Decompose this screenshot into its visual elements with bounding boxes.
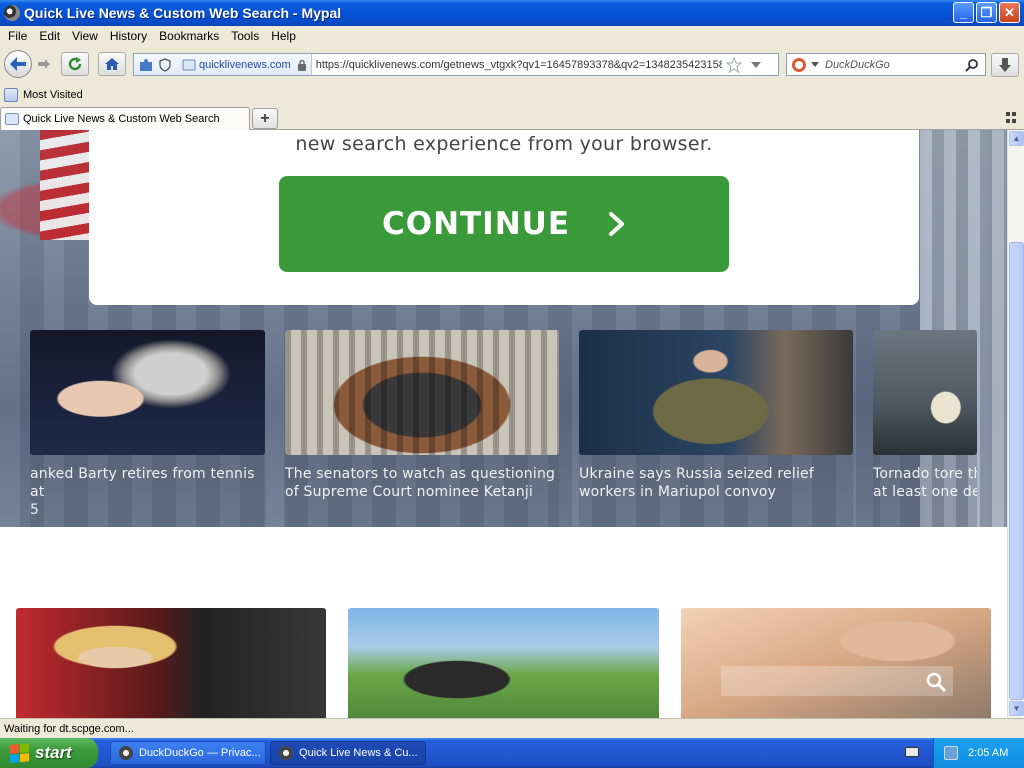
mypal-browser-icon <box>279 746 293 760</box>
start-button[interactable]: start <box>0 738 98 768</box>
bookmarks-toolbar: Most Visited <box>0 84 1024 106</box>
start-label: start <box>35 743 72 762</box>
back-button[interactable] <box>4 50 32 78</box>
news-caption: The senators to watch as questioning of S… <box>285 466 556 500</box>
site-identity-block[interactable]: quicklivenews.com <box>134 54 312 75</box>
news-caption: Tornado tore th at least one de <box>873 466 977 500</box>
bookmark-most-visited[interactable]: Most Visited <box>4 88 83 102</box>
news-card[interactable]: Ukraine says Russia seized relief workers… <box>579 327 853 527</box>
minimize-button[interactable]: _ <box>953 2 974 23</box>
keyboard-layout-icon[interactable] <box>905 747 919 757</box>
article-image-photographers-at-stadium[interactable] <box>348 608 659 718</box>
url-bar[interactable]: quicklivenews.com https://quicklivenews.… <box>133 53 779 76</box>
tab-label: Quick Live News & Custom Web Search <box>23 113 220 125</box>
news-image-senate-hearing <box>285 330 559 455</box>
taskbar-item-label: DuckDuckGo — Privac... <box>139 747 261 759</box>
mypal-browser-icon <box>4 5 20 21</box>
news-card[interactable]: anked Barty retires from tennis at 5 <box>30 327 266 527</box>
promo-panel: new search experience from your browser.… <box>89 130 919 305</box>
news-image-tennis-player-trophy <box>30 330 265 455</box>
identity-domain: quicklivenews.com <box>199 58 291 71</box>
window-title-bar[interactable]: Quick Live News & Custom Web Search - My… <box>0 0 1024 26</box>
star-icon[interactable] <box>725 56 742 73</box>
status-text: Waiting for dt.scpge.com... <box>4 722 134 735</box>
menu-bar: File Edit View History Bookmarks Tools H… <box>0 26 1024 46</box>
news-image-soldier <box>579 330 853 455</box>
search-input[interactable]: DuckDuckGo <box>825 59 965 71</box>
reload-button[interactable] <box>61 52 89 76</box>
article-image-news-reporter[interactable] <box>16 608 326 718</box>
scroll-down-arrow-icon[interactable]: ▼ <box>1009 701 1024 716</box>
continue-button[interactable]: CONTINUE <box>279 176 729 272</box>
article-image-laptop-search[interactable] <box>681 608 991 718</box>
news-caption: anked Barty retires from tennis at 5 <box>30 466 255 518</box>
downloads-button[interactable] <box>991 53 1019 77</box>
news-caption: Ukraine says Russia seized relief workers… <box>579 466 814 500</box>
home-icon <box>105 58 119 70</box>
duckduckgo-engine-icon[interactable] <box>791 57 807 73</box>
promo-text: new search experience from your browser. <box>295 133 713 155</box>
back-arrow-icon <box>10 57 26 71</box>
search-icon[interactable] <box>965 58 979 72</box>
home-button[interactable] <box>98 52 126 76</box>
menu-history[interactable]: History <box>104 29 153 43</box>
window-title: Quick Live News & Custom Web Search - My… <box>24 5 342 21</box>
reload-icon <box>68 57 82 71</box>
forward-arrow-icon <box>38 59 50 69</box>
shield-icon <box>159 57 171 72</box>
vertical-scrollbar[interactable]: ▲ ▼ <box>1007 130 1024 718</box>
taskbar-item-quick-live-news[interactable]: Quick Live News & Cu... <box>270 741 426 765</box>
search-icon <box>926 672 947 693</box>
news-image-cruise-ship <box>873 330 977 455</box>
news-card[interactable]: The senators to watch as questioning of S… <box>285 327 559 527</box>
menu-bookmarks[interactable]: Bookmarks <box>153 29 225 43</box>
system-tray: 2:05 AM <box>933 738 1024 768</box>
tab-quick-live-news[interactable]: Quick Live News & Custom Web Search <box>0 107 250 130</box>
forward-button[interactable] <box>33 55 55 73</box>
scroll-thumb[interactable] <box>1009 242 1024 700</box>
menu-file[interactable]: File <box>2 29 33 43</box>
news-carousel: anked Barty retires from tennis at 5 The … <box>0 327 1007 527</box>
history-dropdown-icon[interactable] <box>750 60 762 70</box>
puzzle-icon <box>140 58 152 71</box>
new-tab-button[interactable]: + <box>252 108 278 129</box>
taskbar-item-duckduckgo[interactable]: DuckDuckGo — Privac... <box>110 741 266 765</box>
windows-taskbar: start DuckDuckGo — Privac... Quick Live … <box>0 738 1024 768</box>
page-icon <box>182 59 196 70</box>
engine-dropdown-icon[interactable] <box>811 61 819 68</box>
bookmark-folder-icon <box>4 88 18 102</box>
scroll-up-arrow-icon[interactable]: ▲ <box>1009 131 1024 146</box>
download-arrow-icon <box>999 58 1011 72</box>
image-search-box <box>721 666 953 696</box>
news-card[interactable]: Tornado tore th at least one de <box>873 327 977 527</box>
continue-label: CONTINUE <box>381 206 571 242</box>
lock-icon <box>297 59 306 71</box>
list-all-tabs-button[interactable] <box>1006 112 1018 124</box>
page-content: new search experience from your browser.… <box>0 130 1007 718</box>
search-bar[interactable]: DuckDuckGo <box>786 53 986 76</box>
menu-view[interactable]: View <box>66 29 104 43</box>
clock[interactable]: 2:05 AM <box>968 747 1008 759</box>
tab-favicon-icon <box>5 113 19 125</box>
restore-button[interactable]: ❐ <box>976 2 997 23</box>
taskbar-item-label: Quick Live News & Cu... <box>299 747 418 759</box>
menu-edit[interactable]: Edit <box>33 29 66 43</box>
status-bar: Waiting for dt.scpge.com... <box>0 718 1024 738</box>
menu-tools[interactable]: Tools <box>225 29 265 43</box>
chevron-right-icon <box>609 212 625 236</box>
window-controls: _ ❐ ✕ <box>953 2 1020 23</box>
windows-logo-icon <box>10 743 30 763</box>
menu-help[interactable]: Help <box>265 29 302 43</box>
flag-image <box>40 130 90 240</box>
close-button[interactable]: ✕ <box>999 2 1020 23</box>
tab-strip: Quick Live News & Custom Web Search + <box>0 106 1024 130</box>
plus-icon: + <box>260 109 270 127</box>
bookmark-label: Most Visited <box>23 89 83 101</box>
url-text: https://quicklivenews.com/getnews_vtgxk?… <box>315 58 722 71</box>
mypal-browser-icon <box>119 746 133 760</box>
network-icon[interactable] <box>944 746 958 760</box>
